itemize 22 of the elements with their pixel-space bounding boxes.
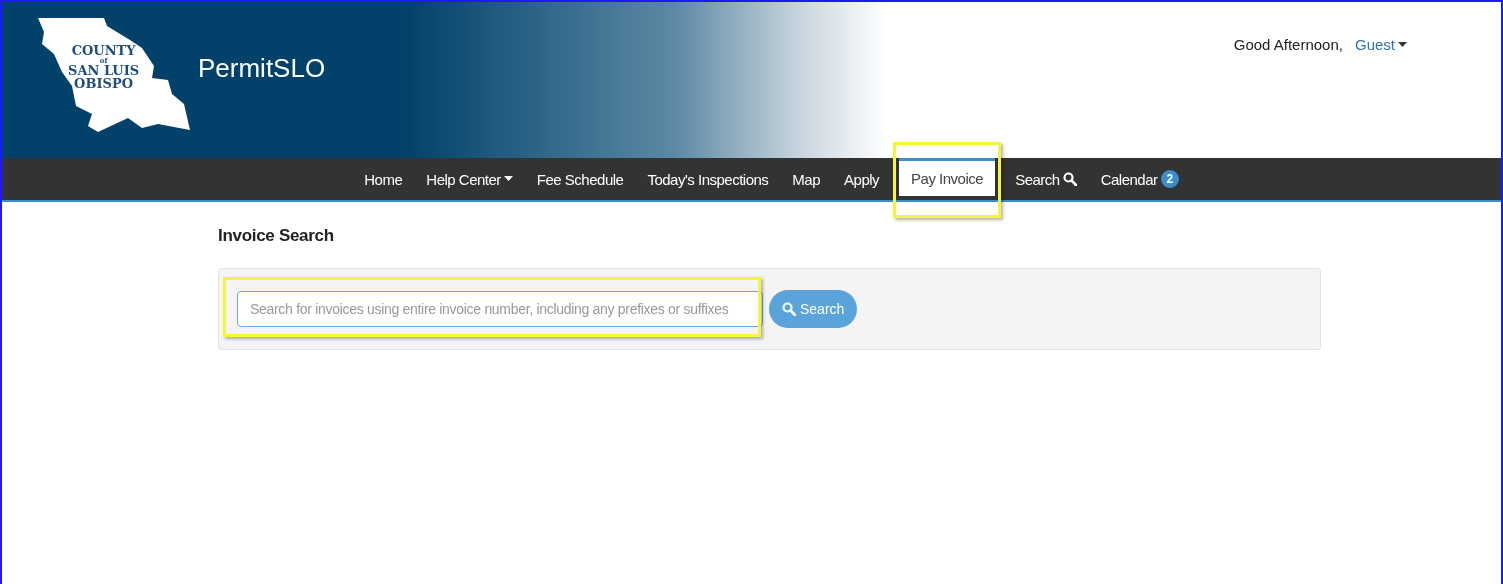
nav-tab[interactable]: Search: [1003, 158, 1089, 200]
nav-tab[interactable]: Today's Inspections: [635, 158, 781, 200]
nav-tab[interactable]: Map: [780, 158, 833, 200]
user-menu[interactable]: Guest: [1354, 36, 1407, 53]
nav-tab[interactable]: Apply: [832, 158, 892, 200]
nav-tab[interactable]: Pay Invoice: [899, 158, 996, 196]
nav-tab[interactable]: Help Center: [414, 158, 525, 200]
search-icon: [1062, 172, 1077, 186]
nav-tab[interactable]: Home: [352, 158, 415, 200]
invoice-search-field[interactable]: Search for invoices using entire invoice number, including any prefixes or suffixes: [237, 291, 763, 327]
logo-text: COUNTY: [71, 44, 136, 57]
logo-text: OBISPO: [74, 77, 133, 90]
greeting: Good Afternoon,: [1233, 36, 1343, 53]
search-icon: [782, 302, 796, 316]
nav-tab[interactable]: Calendar 2: [1088, 158, 1191, 200]
caret-icon: [503, 176, 513, 182]
page-title: Invoice Search: [218, 226, 335, 246]
nav-tab[interactable]: Fee Schedule: [524, 158, 636, 200]
caret-icon: [1398, 41, 1407, 48]
logo-text: SAN LUIS: [68, 64, 140, 77]
count-badge: 2: [1160, 170, 1179, 188]
app-title: PermitSLO: [198, 52, 326, 84]
